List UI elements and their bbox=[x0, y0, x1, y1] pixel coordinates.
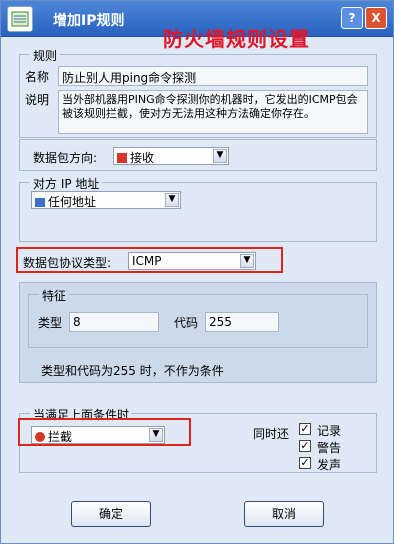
sound-label: 发声 bbox=[317, 458, 342, 472]
warn-label: 警告 bbox=[317, 441, 342, 455]
type-label: 类型 bbox=[38, 316, 63, 330]
feature-legend: 特征 bbox=[39, 287, 70, 304]
rule-legend: 规则 bbox=[30, 47, 61, 64]
close-button[interactable]: X bbox=[365, 7, 387, 29]
help-button[interactable]: ? bbox=[341, 7, 363, 29]
log-label: 记录 bbox=[317, 424, 342, 438]
warn-checkbox[interactable]: ✓ bbox=[299, 440, 311, 452]
rule-name-label: 名称 bbox=[25, 70, 50, 84]
sound-checkbox[interactable]: ✓ bbox=[299, 457, 311, 469]
code-field[interactable]: 255 bbox=[205, 312, 279, 332]
add-ip-rule-dialog: 增加IP规则 ? X 防火墙规则设置 规则 名称 防止别人用ping命令探测 说… bbox=[0, 0, 394, 544]
receive-icon bbox=[117, 153, 127, 163]
chevron-down-icon: ▼ bbox=[165, 193, 179, 207]
feature-note: 类型和代码为255 时，不作为条件 bbox=[41, 364, 224, 378]
ok-button[interactable]: 确定 bbox=[71, 501, 151, 527]
rule-name-field[interactable]: 防止别人用ping命令探测 bbox=[58, 66, 368, 86]
remote-ip-select[interactable]: 任何地址 ▼ bbox=[31, 191, 181, 209]
computer-icon bbox=[35, 198, 45, 207]
chevron-down-icon: ▼ bbox=[213, 149, 227, 163]
firewall-settings-annotation: 防火墙规则设置 bbox=[163, 27, 310, 51]
rule-description-label: 说明 bbox=[25, 93, 50, 107]
firewall-rule-icon bbox=[7, 6, 33, 32]
protocol-value: ICMP bbox=[132, 254, 162, 268]
remote-ip-legend: 对方 IP 地址 bbox=[30, 175, 103, 192]
dialog-title: 增加IP规则 bbox=[53, 13, 125, 29]
direction-value: 接收 bbox=[130, 151, 155, 165]
protocol-label: 数据包协议类型: bbox=[23, 256, 112, 270]
action-value: 拦截 bbox=[48, 430, 73, 444]
block-icon bbox=[35, 432, 45, 442]
chevron-down-icon: ▼ bbox=[149, 428, 163, 442]
also-label: 同时还 bbox=[253, 427, 290, 441]
action-select[interactable]: 拦截 ▼ bbox=[31, 426, 165, 444]
rule-description-field[interactable]: 当外部机器用PING命令探测你的机器时，它发出的ICMP包会被该规则拦截，使对方… bbox=[58, 90, 368, 134]
direction-label: 数据包方向: bbox=[33, 151, 98, 165]
log-checkbox[interactable]: ✓ bbox=[299, 423, 311, 435]
direction-select[interactable]: 接收 ▼ bbox=[113, 147, 229, 165]
code-label: 代码 bbox=[174, 316, 199, 330]
remote-ip-value: 任何地址 bbox=[48, 195, 97, 209]
chevron-down-icon: ▼ bbox=[240, 254, 254, 268]
protocol-select[interactable]: ICMP ▼ bbox=[128, 252, 256, 270]
type-field[interactable]: 8 bbox=[69, 312, 159, 332]
cancel-button[interactable]: 取消 bbox=[244, 501, 324, 527]
